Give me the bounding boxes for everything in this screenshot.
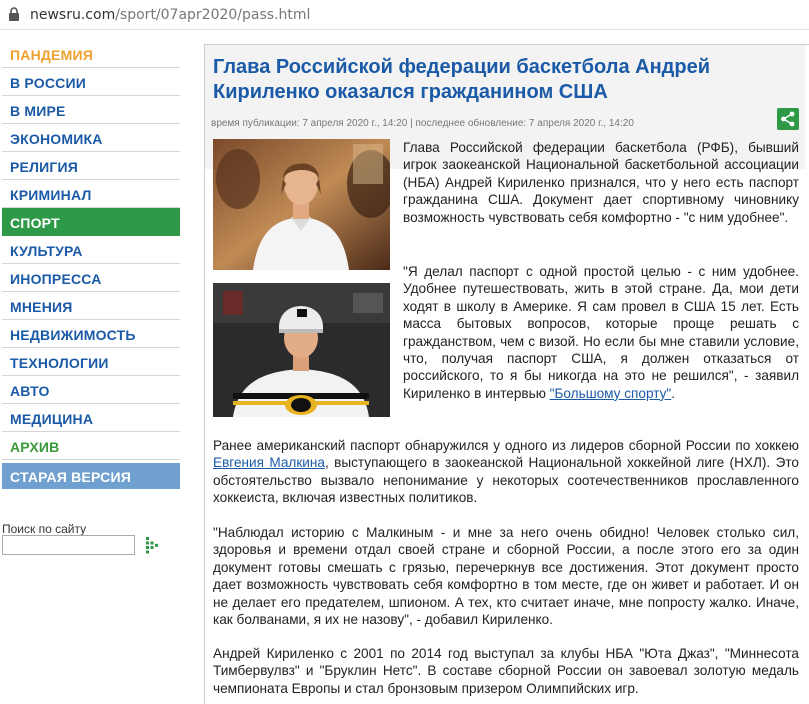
kirilenko-photo [213,139,390,270]
nav-item-old-version[interactable]: СТАРАЯ ВЕРСИЯ [2,463,180,489]
article-headline: Глава Российской федерации баскетбола Ан… [213,56,710,103]
quote-end: . [671,385,675,401]
nav-item-archive[interactable]: АРХИВ [2,432,180,460]
url-host: newsru.com [30,7,116,23]
para3-start: Ранее американский паспорт обнаружился у… [213,438,799,453]
sidebar-nav: ПАНДЕМИЯ В РОССИИ В МИРЕ ЭКОНОМИКА РЕЛИГ… [0,40,184,489]
nav-item-tech[interactable]: ТЕХНОЛОГИИ [2,348,180,376]
article-paragraph-4: "Наблюдал историю с Малкиным - и мне за … [213,525,799,628]
nav-item-opinions[interactable]: МНЕНИЯ [2,292,180,320]
malkin-link[interactable]: Евгения Малкина [213,455,325,470]
malkin-photo [213,283,390,417]
nav-label: ИНОПРЕССА [10,271,102,287]
url-path: /sport/07apr2020/pass.html [115,7,311,23]
nav-item-crime[interactable]: КРИМИНАЛ [2,180,180,208]
nav-item-sport[interactable]: СПОРТ [2,208,180,236]
nav-item-medicine[interactable]: МЕДИЦИНА [2,404,180,432]
nav-label: КРИМИНАЛ [10,187,92,203]
url-text[interactable]: newsru.com/sport/07apr2020/pass.html [30,7,310,23]
nav-label: ЭКОНОМИКА [10,131,103,147]
nav-label: АВТО [10,383,50,399]
share-icon[interactable] [777,108,799,130]
nav-label: МНЕНИЯ [10,299,73,315]
nav-label: В РОССИИ [10,75,86,91]
publication-meta: время публикации: 7 апреля 2020 г., 14:2… [211,118,634,129]
article-paragraph-3: Ранее американский паспорт обнаружился у… [213,437,799,507]
nav-label: МЕДИЦИНА [10,411,94,427]
nav-item-world[interactable]: В МИРЕ [2,96,180,124]
nav-label: ПАНДЕМИЯ [10,47,93,63]
nav-label: В МИРЕ [10,103,66,119]
nav-label: СТАРАЯ ВЕРСИЯ [10,469,131,485]
lock-icon [9,7,19,21]
search-label: Поиск по сайту [2,522,87,536]
quote-text: "Я делал паспорт с одной простой целью -… [403,264,799,401]
nav-label: НЕДВИЖИМОСТЬ [10,327,136,343]
nav-label: АРХИВ [10,439,60,455]
nav-item-auto[interactable]: АВТО [2,376,180,404]
article-paragraph-2: "Я делал паспорт с одной простой целью -… [403,263,799,402]
bolshoy-sport-link[interactable]: "Большому спорту" [550,386,672,401]
article-content: Глава Российской федерации баскетбола Ан… [204,44,809,704]
search-input[interactable] [2,535,135,555]
article-paragraph-1: Глава Российской федерации баскетбола (Р… [403,140,799,225]
nav-item-inopressa[interactable]: ИНОПРЕССА [2,264,180,292]
nav-label: КУЛЬТУРА [10,243,83,259]
nav-label: РЕЛИГИЯ [10,159,79,175]
nav-item-economy[interactable]: ЭКОНОМИКА [2,124,180,152]
article-paragraph-5: Андрей Кириленко с 2001 по 2014 год выст… [213,646,799,696]
nav-item-pandemic[interactable]: ПАНДЕМИЯ [2,40,180,68]
nav-item-realty[interactable]: НЕДВИЖИМОСТЬ [2,320,180,348]
nav-item-russia[interactable]: В РОССИИ [2,68,180,96]
search-go-icon[interactable] [146,536,158,554]
nav-item-culture[interactable]: КУЛЬТУРА [2,236,180,264]
nav-item-religion[interactable]: РЕЛИГИЯ [2,152,180,180]
address-bar[interactable]: newsru.com/sport/07apr2020/pass.html [0,0,809,30]
nav-label: СПОРТ [10,215,60,231]
nav-label: ТЕХНОЛОГИИ [10,355,109,371]
